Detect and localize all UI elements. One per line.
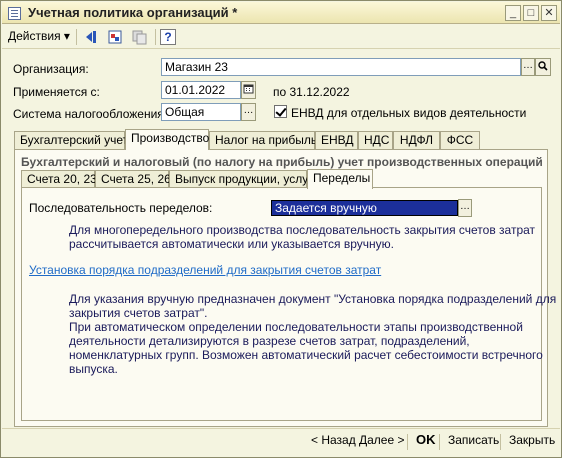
help-text-2-line: закрытия счетов затрат".	[69, 306, 208, 320]
help-text-2-line: деятельности детализируются в разрезе сч…	[69, 334, 470, 348]
tab-production[interactable]: Производство	[125, 129, 209, 150]
toolbar: Действия ▾ ?	[2, 25, 560, 49]
ok-button[interactable]: OK	[416, 432, 436, 447]
tax-label: Система налогообложения:	[13, 107, 168, 121]
subtab-accounts-25-26[interactable]: Счета 25, 26	[95, 170, 171, 188]
footer-divider	[2, 428, 560, 429]
tax-system-input[interactable]: Общая	[161, 103, 241, 121]
subtab-accounts-20-23[interactable]: Счета 20, 23	[21, 170, 97, 188]
envd-checkbox[interactable]	[274, 105, 287, 118]
window-title: Учетная политика организаций *	[28, 5, 238, 20]
until-text: по 31.12.2022	[273, 85, 350, 99]
toolbar-separator	[155, 29, 156, 45]
copy-icon[interactable]	[130, 28, 148, 46]
help-text-2-line: номенклатурных групп. Возможен автоматич…	[69, 348, 543, 362]
applies-label: Применяется с:	[13, 85, 100, 99]
help-button[interactable]: ?	[160, 29, 176, 45]
help-label: ?	[164, 30, 172, 44]
help-text-1: Для многопередельного производства после…	[69, 223, 535, 251]
org-input[interactable]: Магазин 23	[161, 58, 521, 76]
structure-icon[interactable]	[106, 28, 124, 46]
tab-ndfl[interactable]: НДФЛ	[393, 131, 440, 150]
save-button[interactable]: Записать	[448, 433, 499, 447]
org-select-button[interactable]: …	[521, 58, 535, 76]
subtab-redistributions[interactable]: Переделы	[307, 169, 373, 189]
toolbar-separator	[76, 29, 77, 45]
envd-label: ЕНВД для отдельных видов деятельности	[291, 106, 527, 120]
group-title: Бухгалтерский и налоговый (по налогу на …	[21, 155, 543, 169]
sequence-label: Последовательность переделов:	[29, 201, 213, 215]
document-icon	[8, 7, 21, 20]
footer-separator	[500, 434, 501, 450]
org-label: Организация:	[13, 62, 89, 76]
actions-label: Действия	[8, 29, 61, 43]
tab-accounting[interactable]: Бухгалтерский учет	[14, 131, 128, 150]
close-button[interactable]: Закрыть	[509, 433, 555, 447]
sequence-select-button[interactable]: …	[458, 199, 472, 217]
tax-select-button[interactable]: …	[241, 103, 256, 121]
help-text-1-line: рассчитывается автоматически или указыва…	[69, 237, 394, 251]
tab-profit-tax[interactable]: Налог на прибыль	[209, 131, 317, 150]
back-button[interactable]: < Назад	[311, 433, 356, 447]
tab-fss[interactable]: ФСС	[440, 131, 480, 150]
footer-separator	[407, 434, 408, 450]
help-text-2-line: При автоматическом определении последова…	[69, 320, 523, 334]
dropdown-arrow-icon: ▾	[63, 29, 70, 43]
help-text-1-line: Для многопередельного производства после…	[69, 223, 536, 237]
help-text-2: Для указания вручную предназначен докуме…	[69, 292, 556, 376]
tab-envd[interactable]: ЕНВД	[315, 131, 358, 150]
close-window-button[interactable]: ✕	[541, 5, 557, 21]
actions-menu[interactable]: Действия ▾	[8, 29, 70, 43]
applies-date-input[interactable]: 01.01.2022	[161, 81, 241, 99]
subtab-output[interactable]: Выпуск продукции, услуг	[169, 170, 313, 188]
sequence-select[interactable]: Задается вручную	[271, 200, 458, 216]
search-icon[interactable]	[535, 58, 551, 76]
calendar-icon[interactable]	[241, 81, 256, 99]
tab-vat[interactable]: НДС	[358, 131, 393, 150]
title-bar: Учетная политика организаций * _ □ ✕	[2, 2, 560, 24]
maximize-button[interactable]: □	[523, 5, 539, 21]
order-subdivisions-link[interactable]: Установка порядка подразделений для закр…	[29, 263, 381, 277]
policy-window: Учетная политика организаций * _ □ ✕ Дей…	[0, 0, 562, 458]
help-text-2-line: Для указания вручную предназначен докуме…	[69, 292, 557, 306]
footer-separator	[439, 434, 440, 450]
minimize-button[interactable]: _	[505, 5, 521, 21]
next-button[interactable]: Далее >	[359, 433, 405, 447]
go-back-icon[interactable]	[82, 28, 100, 46]
help-text-2-line: выпуска.	[69, 362, 118, 376]
